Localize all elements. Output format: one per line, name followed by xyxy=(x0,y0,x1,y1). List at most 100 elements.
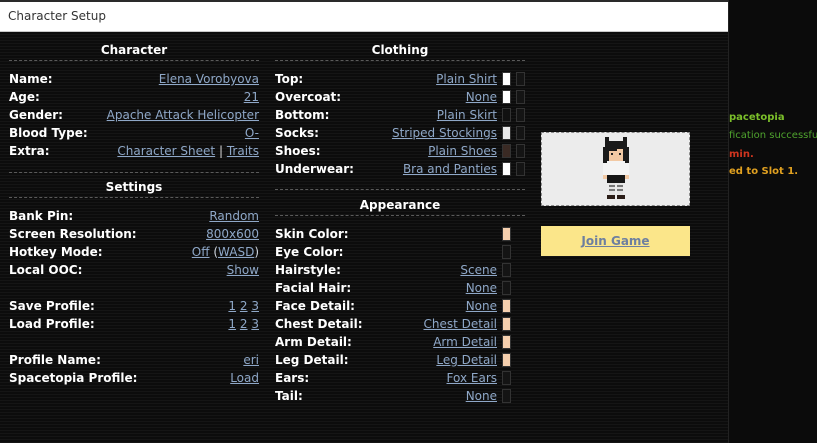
join-game-button[interactable]: Join Game xyxy=(541,226,690,256)
bank-pin-link[interactable]: Random xyxy=(209,209,259,223)
appearance-value-face-detail[interactable]: None xyxy=(466,299,497,313)
load-slot-1[interactable]: 1 xyxy=(228,317,236,331)
clothing-secondary-swatch-top[interactable] xyxy=(516,72,525,86)
clothing-value-overcoat[interactable]: None xyxy=(466,90,497,104)
appearance-value-arm-detail[interactable]: Arm Detail xyxy=(433,335,497,349)
window-titlebar[interactable]: Character Setup xyxy=(0,2,728,32)
traits-link[interactable]: Traits xyxy=(227,144,259,158)
appearance-value-facial-hair[interactable]: None xyxy=(466,281,497,295)
clothing-value-underwear[interactable]: Bra and Panties xyxy=(403,162,497,176)
clothing-value-shoes[interactable]: Plain Shoes xyxy=(428,144,497,158)
appearance-value-ears[interactable]: Fox Ears xyxy=(447,371,497,385)
divider xyxy=(9,172,259,173)
load-slot-2[interactable]: 2 xyxy=(240,317,248,331)
blood-type-label: Blood Type: xyxy=(9,126,88,140)
chat-line: ed to Slot 1. xyxy=(729,166,799,177)
appearance-value-leg-detail[interactable]: Leg Detail xyxy=(436,353,497,367)
load-profile-label: Load Profile: xyxy=(9,317,95,331)
clothing-value-socks[interactable]: Striped Stockings xyxy=(392,126,497,140)
appearance-color-swatch-face-detail[interactable] xyxy=(502,299,511,313)
clothing-secondary-swatch-overcoat[interactable] xyxy=(516,90,525,104)
hotkey-wasd-link[interactable]: WASD xyxy=(218,245,254,259)
window-title: Character Setup xyxy=(8,9,106,23)
clothing-row-top: Top: Plain Shirt xyxy=(275,71,525,87)
clothing-row-underwear: Underwear: Bra and Panties xyxy=(275,161,525,177)
clothing-label-bottom: Bottom: xyxy=(275,108,330,122)
clothing-secondary-swatch-underwear[interactable] xyxy=(516,162,525,176)
appearance-row-arm-detail: Arm Detail: Arm Detail xyxy=(275,334,525,350)
age-link[interactable]: 21 xyxy=(244,90,259,104)
appearance-color-swatch-hairstyle[interactable] xyxy=(502,263,511,277)
character-setup-window: Character Setup Character Name: Elena Vo… xyxy=(0,2,728,443)
appearance-color-swatch-facial-hair[interactable] xyxy=(502,281,511,295)
join-game-label[interactable]: Join Game xyxy=(581,234,649,248)
appearance-heading: Appearance xyxy=(359,198,441,212)
appearance-label-face-detail: Face Detail: xyxy=(275,299,355,313)
clothing-color-swatch-underwear[interactable] xyxy=(502,162,511,176)
clothing-secondary-swatch-shoes[interactable] xyxy=(516,144,525,158)
appearance-value-tail[interactable]: None xyxy=(466,389,497,403)
appearance-color-swatch-arm-detail[interactable] xyxy=(502,335,511,349)
appearance-color-swatch-skin-color[interactable] xyxy=(502,227,511,241)
clothing-secondary-swatch-bottom[interactable] xyxy=(516,108,525,122)
clothing-color-swatch-socks[interactable] xyxy=(502,126,511,140)
load-slot-3[interactable]: 3 xyxy=(251,317,259,331)
character-heading: Character xyxy=(100,43,168,57)
appearance-value-hairstyle[interactable]: Scene xyxy=(460,263,497,277)
clothing-secondary-swatch-socks[interactable] xyxy=(516,126,525,140)
clothing-row-bottom: Bottom: Plain Skirt xyxy=(275,107,525,123)
bank-pin-label: Bank Pin: xyxy=(9,209,74,223)
local-ooc-label: Local OOC: xyxy=(9,263,83,277)
clothing-color-swatch-top[interactable] xyxy=(502,72,511,86)
divider xyxy=(275,215,525,216)
extra-row: Extra: Character Sheet | Traits xyxy=(9,143,259,159)
appearance-color-swatch-leg-detail[interactable] xyxy=(502,353,511,367)
appearance-row-leg-detail: Leg Detail: Leg Detail xyxy=(275,352,525,368)
appearance-label-arm-detail: Arm Detail: xyxy=(275,335,352,349)
gender-link[interactable]: Apache Attack Helicopter xyxy=(107,108,259,122)
appearance-value-chest-detail[interactable]: Chest Detail xyxy=(424,317,498,331)
appearance-color-swatch-eye-color[interactable] xyxy=(502,245,511,259)
local-ooc-link[interactable]: Show xyxy=(227,263,259,277)
clothing-row-overcoat: Overcoat: None xyxy=(275,89,525,105)
appearance-row-eye-color: Eye Color: xyxy=(275,244,525,260)
name-link[interactable]: Elena Vorobyova xyxy=(159,72,259,86)
clothing-label-underwear: Underwear: xyxy=(275,162,354,176)
hotkey-off-link[interactable]: Off xyxy=(192,245,210,259)
clothing-value-bottom[interactable]: Plain Skirt xyxy=(437,108,497,122)
window-content: Character Name: Elena Vorobyova Age: 21 … xyxy=(0,33,728,443)
appearance-row-skin-color: Skin Color: xyxy=(275,226,525,242)
save-slot-1[interactable]: 1 xyxy=(228,299,236,313)
appearance-label-eye-color: Eye Color: xyxy=(275,245,344,259)
clothing-value-top[interactable]: Plain Shirt xyxy=(436,72,497,86)
appearance-color-swatch-chest-detail[interactable] xyxy=(502,317,511,331)
profile-name-link[interactable]: eri xyxy=(243,353,259,367)
clothing-color-swatch-shoes[interactable] xyxy=(502,144,511,158)
appearance-color-swatch-tail[interactable] xyxy=(502,389,511,403)
appearance-color-swatch-ears[interactable] xyxy=(502,371,511,385)
appearance-row-face-detail: Face Detail: None xyxy=(275,298,525,314)
screen-resolution-link[interactable]: 800x600 xyxy=(206,227,259,241)
clothing-color-swatch-overcoat[interactable] xyxy=(502,90,511,104)
clothing-label-socks: Socks: xyxy=(275,126,319,140)
save-slot-3[interactable]: 3 xyxy=(251,299,259,313)
spacetopia-load-link[interactable]: Load xyxy=(230,371,259,385)
screen-resolution-row: Screen Resolution: 800x600 xyxy=(9,226,259,242)
appearance-row-ears: Ears: Fox Ears xyxy=(275,370,525,386)
clothing-color-swatch-bottom[interactable] xyxy=(502,108,511,122)
chat-output: pacetopia fication successful. min. ed t… xyxy=(728,0,817,443)
character-sheet-link[interactable]: Character Sheet xyxy=(117,144,215,158)
blood-type-link[interactable]: O- xyxy=(245,126,259,140)
hotkey-mode-row: Hotkey Mode: Off (WASD) xyxy=(9,244,259,260)
character-sprite-icon xyxy=(603,137,629,199)
profile-name-row: Profile Name: eri xyxy=(9,352,259,368)
appearance-label-chest-detail: Chest Detail: xyxy=(275,317,363,331)
bank-pin-row: Bank Pin: Random xyxy=(9,208,259,224)
appearance-label-facial-hair: Facial Hair: xyxy=(275,281,352,295)
save-slot-2[interactable]: 2 xyxy=(240,299,248,313)
appearance-label-hairstyle: Hairstyle: xyxy=(275,263,341,277)
blood-type-row: Blood Type: O- xyxy=(9,125,259,141)
clothing-label-top: Top: xyxy=(275,72,304,86)
save-profile-label: Save Profile: xyxy=(9,299,95,313)
settings-heading: Settings xyxy=(105,180,163,194)
